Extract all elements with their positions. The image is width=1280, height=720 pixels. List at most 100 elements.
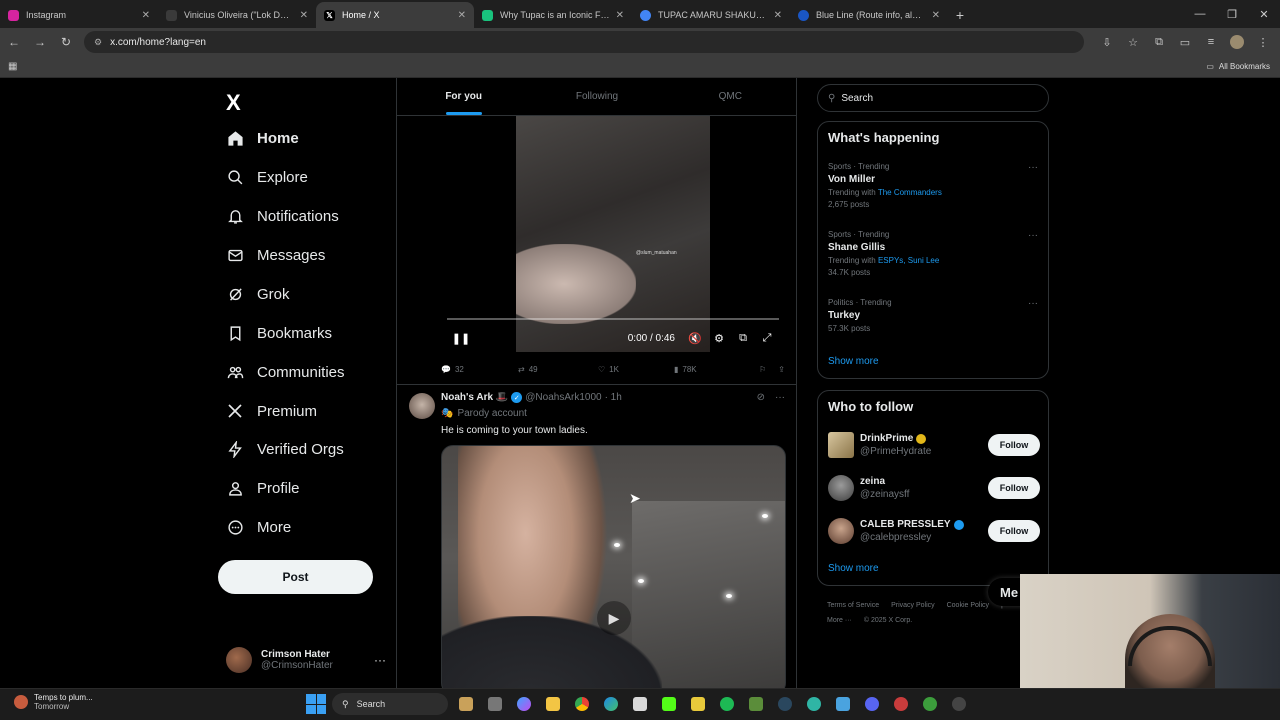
- apps-grid-icon[interactable]: ▦: [8, 61, 17, 72]
- maximize-icon[interactable]: ❐: [1216, 0, 1248, 28]
- back-icon[interactable]: ←: [2, 30, 26, 54]
- tab-home-x[interactable]: 𝕏 Home / X ✕: [316, 2, 474, 28]
- tab-tupac-foundation[interactable]: TUPAC AMARU SHAKUR FOUN ✕: [632, 2, 790, 28]
- trend-item[interactable]: Sports · Trending Shane Gillis Trending …: [828, 230, 1038, 277]
- star-icon[interactable]: ☆: [1120, 30, 1146, 54]
- file-explorer-icon[interactable]: [541, 693, 564, 715]
- close-window-icon[interactable]: ✕: [1248, 0, 1280, 28]
- follow-suggestion[interactable]: CALEB PRESSLEY @calebpressley Follow: [828, 515, 1040, 547]
- nav-item-premium[interactable]: Premium: [226, 396, 317, 426]
- cookie-link[interactable]: Cookie Policy: [947, 602, 989, 609]
- nav-item-notifications[interactable]: Notifications: [226, 201, 339, 231]
- minecraft-icon[interactable]: [744, 693, 767, 715]
- tab-instagram[interactable]: Instagram ✕: [0, 2, 158, 28]
- trend-item[interactable]: Sports · Trending Von Miller Trending wi…: [828, 162, 1038, 209]
- post-author-handle[interactable]: @NoahsArk1000: [525, 392, 601, 403]
- install-app-icon[interactable]: ⇩: [1094, 30, 1120, 54]
- chrome-icon[interactable]: [570, 693, 593, 715]
- tab-tupac-iconic[interactable]: Why Tupac is an Iconic Figure ✕: [474, 2, 632, 28]
- forward-icon[interactable]: →: [28, 30, 52, 54]
- kick-icon[interactable]: [657, 693, 680, 715]
- game-icon[interactable]: [889, 693, 912, 715]
- settings-gear-icon[interactable]: ⚙: [707, 332, 731, 345]
- search-input[interactable]: ⚲ Search: [817, 84, 1049, 112]
- nav-item-explore[interactable]: Explore: [226, 162, 308, 192]
- nav-item-grok[interactable]: Grok: [226, 279, 290, 309]
- like-button[interactable]: ♡ 1K: [598, 365, 674, 374]
- more-dots-icon[interactable]: ···: [374, 653, 386, 667]
- avatar[interactable]: [409, 393, 435, 419]
- x-logo-icon[interactable]: X: [226, 90, 241, 116]
- minimize-icon[interactable]: —: [1184, 0, 1216, 28]
- tab-for-you[interactable]: For you: [397, 78, 530, 115]
- all-bookmarks-button[interactable]: ▭ All Bookmarks: [1206, 62, 1270, 71]
- video-progress-bar[interactable]: [447, 318, 779, 320]
- store-icon[interactable]: [628, 693, 651, 715]
- close-icon[interactable]: ✕: [300, 10, 308, 21]
- copilot-icon[interactable]: [512, 693, 535, 715]
- more-dots-icon[interactable]: ···: [775, 392, 785, 403]
- follow-suggestion[interactable]: zeina @zeinaysff Follow: [828, 472, 1040, 504]
- tab-vinicius[interactable]: Vinicius Oliveira ("Lok Dog") | M ✕: [158, 2, 316, 28]
- widgets-icon[interactable]: [454, 693, 477, 715]
- tab-blue-line[interactable]: Blue Line (Route info, alerts & s ✕: [790, 2, 948, 28]
- weather-widget[interactable]: Temps to plum... Tomorrow: [14, 693, 93, 711]
- post-video[interactable]: ▶: [441, 445, 786, 688]
- extensions-icon[interactable]: ⧉: [1146, 30, 1172, 54]
- show-more-link[interactable]: Show more: [828, 563, 879, 574]
- close-icon[interactable]: ✕: [774, 10, 782, 21]
- follow-button[interactable]: Follow: [988, 477, 1040, 499]
- pause-icon[interactable]: ❚❚: [449, 332, 473, 345]
- mute-icon[interactable]: 🔇: [683, 332, 707, 345]
- tab-qmc[interactable]: QMC: [664, 78, 796, 115]
- show-more-link[interactable]: Show more: [828, 356, 879, 367]
- privacy-link[interactable]: Privacy Policy: [891, 602, 935, 609]
- media-icon[interactable]: ≡: [1198, 30, 1224, 54]
- follow-button[interactable]: Follow: [988, 520, 1040, 542]
- taskbar-search[interactable]: ⚲ Search: [332, 693, 448, 715]
- spotify-icon[interactable]: [715, 693, 738, 715]
- follow-suggestion[interactable]: DrinkPrime @PrimeHydrate Follow: [828, 429, 1040, 461]
- menu-icon[interactable]: ⋮: [1250, 30, 1276, 54]
- trend-link[interactable]: ESPYs, Suni Lee: [878, 256, 939, 265]
- footer-more-link[interactable]: More ···: [827, 617, 852, 624]
- more-dots-icon[interactable]: ···: [1028, 230, 1038, 241]
- video-player[interactable]: @slum_matuahan ❚❚ 0:00 / 0:46 🔇 ⚙ ⧉ ⤢: [441, 116, 785, 352]
- more-dots-icon[interactable]: ···: [1028, 162, 1038, 173]
- bookmark-icon[interactable]: ⚐: [759, 365, 766, 374]
- close-icon[interactable]: ✕: [142, 10, 150, 21]
- notes-icon[interactable]: [686, 693, 709, 715]
- post-time[interactable]: · 1h: [605, 392, 622, 403]
- windows-start-icon[interactable]: [306, 694, 326, 714]
- trend-link[interactable]: The Commanders: [878, 188, 942, 197]
- close-icon[interactable]: ✕: [458, 10, 466, 21]
- fullscreen-icon[interactable]: ⤢: [755, 332, 779, 345]
- nav-item-profile[interactable]: Profile: [226, 473, 300, 503]
- nav-item-messages[interactable]: Messages: [226, 240, 325, 270]
- url-field[interactable]: ⚙ x.com/home?lang=en: [84, 31, 1084, 53]
- photos-icon[interactable]: [831, 693, 854, 715]
- picture-in-picture-icon[interactable]: ⧉: [731, 332, 755, 345]
- discord-icon[interactable]: [860, 693, 883, 715]
- repost-button[interactable]: ⇄ 49: [518, 365, 598, 374]
- nav-item-communities[interactable]: Communities: [226, 357, 345, 387]
- close-icon[interactable]: ✕: [616, 10, 624, 21]
- reply-button[interactable]: 💬 32: [441, 365, 518, 374]
- site-info-icon[interactable]: ⚙: [94, 37, 102, 48]
- views-button[interactable]: ▮ 78K: [674, 365, 750, 374]
- post-button[interactable]: Post: [218, 560, 373, 594]
- edge-icon[interactable]: [599, 693, 622, 715]
- terms-link[interactable]: Terms of Service: [827, 602, 879, 609]
- profile-avatar[interactable]: [1224, 30, 1250, 54]
- new-tab-button[interactable]: +: [948, 2, 972, 28]
- nav-item-more[interactable]: More: [226, 512, 291, 542]
- play-icon[interactable]: ▶: [597, 601, 631, 635]
- more-dots-icon[interactable]: ···: [1028, 298, 1038, 309]
- grok-icon[interactable]: ⊘: [757, 392, 765, 403]
- app-icon[interactable]: [802, 693, 825, 715]
- nav-item-home[interactable]: Home: [226, 123, 299, 153]
- follow-button[interactable]: Follow: [988, 434, 1040, 456]
- nav-item-verified-orgs[interactable]: Verified Orgs: [226, 434, 344, 464]
- task-view-icon[interactable]: [483, 693, 506, 715]
- share-icon[interactable]: ⇪: [778, 365, 785, 374]
